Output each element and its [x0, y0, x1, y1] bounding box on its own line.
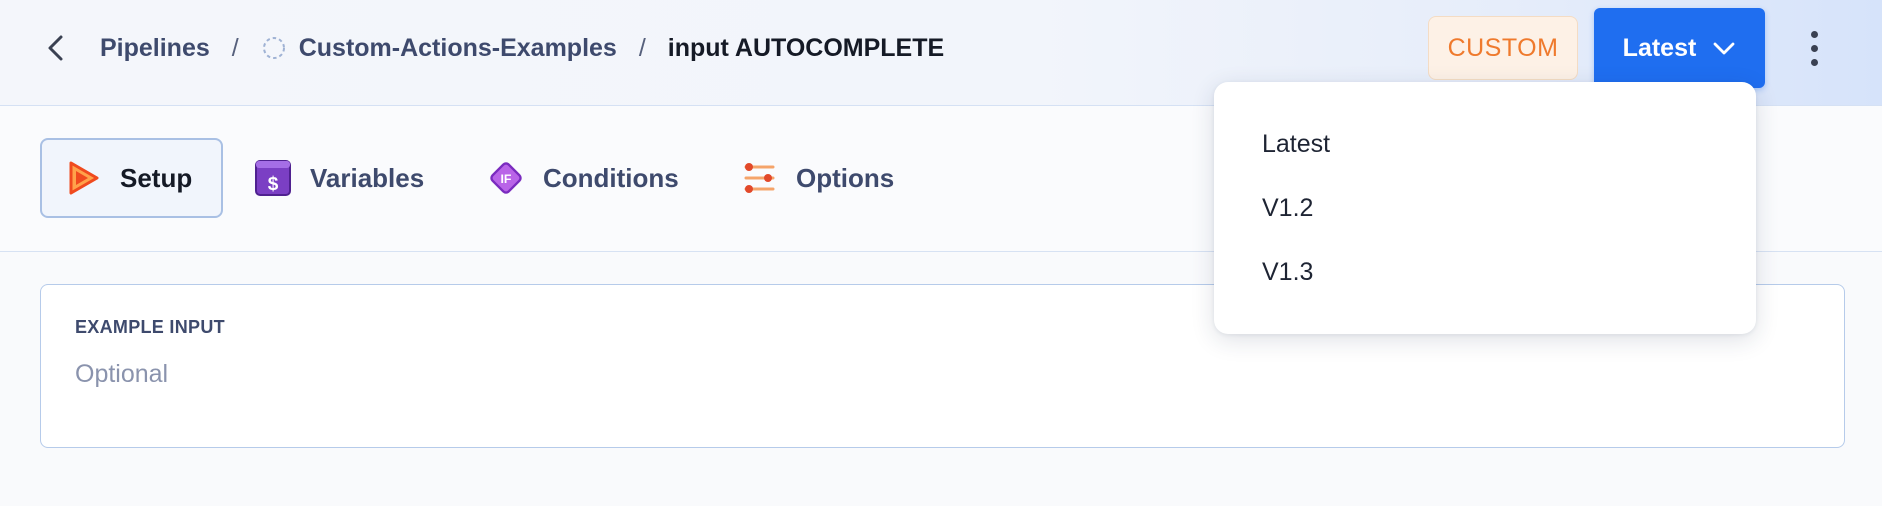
dot-icon — [1810, 44, 1818, 52]
version-option-v1-3[interactable]: V1.3 — [1214, 240, 1756, 304]
breadcrumb-pipelines[interactable]: Pipelines — [100, 34, 210, 63]
svg-text:$: $ — [268, 174, 279, 195]
example-input-field[interactable] — [75, 349, 1775, 399]
tab-conditions[interactable]: IF Conditions — [465, 138, 701, 218]
version-dropdown-menu: Latest V1.2 V1.3 — [1214, 82, 1756, 334]
chevron-left-icon — [48, 35, 63, 61]
more-options-button[interactable] — [1796, 26, 1832, 70]
breadcrumb-project-group[interactable]: Custom-Actions-Examples — [261, 34, 617, 63]
tab-variables[interactable]: $ Variables — [232, 138, 446, 218]
svg-text:IF: IF — [501, 172, 512, 186]
version-select-label: Latest — [1622, 33, 1697, 62]
custom-badge: CUSTOM — [1428, 16, 1578, 80]
tab-options[interactable]: Options — [718, 138, 916, 218]
sliders-icon — [740, 159, 778, 197]
dot-icon — [1810, 30, 1818, 38]
version-option-latest[interactable]: Latest — [1214, 112, 1756, 176]
tab-conditions-label: Conditions — [543, 162, 679, 193]
tab-options-label: Options — [796, 162, 895, 193]
version-select-button[interactable]: Latest — [1594, 8, 1765, 88]
breadcrumb-separator: / — [638, 33, 646, 62]
example-input-label: EXAMPLE INPUT — [75, 317, 225, 337]
tab-setup-label: Setup — [120, 162, 193, 193]
if-diamond-icon: IF — [487, 159, 525, 197]
dot-icon — [1810, 58, 1818, 66]
pipeline-editor: Pipelines / Custom-Actions-Examples / in… — [0, 0, 1882, 506]
version-option-v1-2[interactable]: V1.2 — [1214, 176, 1756, 240]
breadcrumb-project[interactable]: Custom-Actions-Examples — [299, 34, 617, 63]
tab-setup[interactable]: Setup — [40, 138, 223, 218]
dollar-icon: $ — [254, 159, 292, 197]
dashed-circle-icon — [262, 37, 285, 59]
play-icon — [64, 159, 102, 197]
breadcrumb: Pipelines / Custom-Actions-Examples / in… — [100, 30, 944, 66]
chevron-down-icon — [1713, 42, 1735, 55]
tab-variables-label: Variables — [310, 162, 425, 193]
breadcrumb-current-page: input AUTOCOMPLETE — [667, 33, 945, 62]
breadcrumb-separator: / — [231, 33, 239, 62]
back-button[interactable] — [40, 32, 72, 64]
